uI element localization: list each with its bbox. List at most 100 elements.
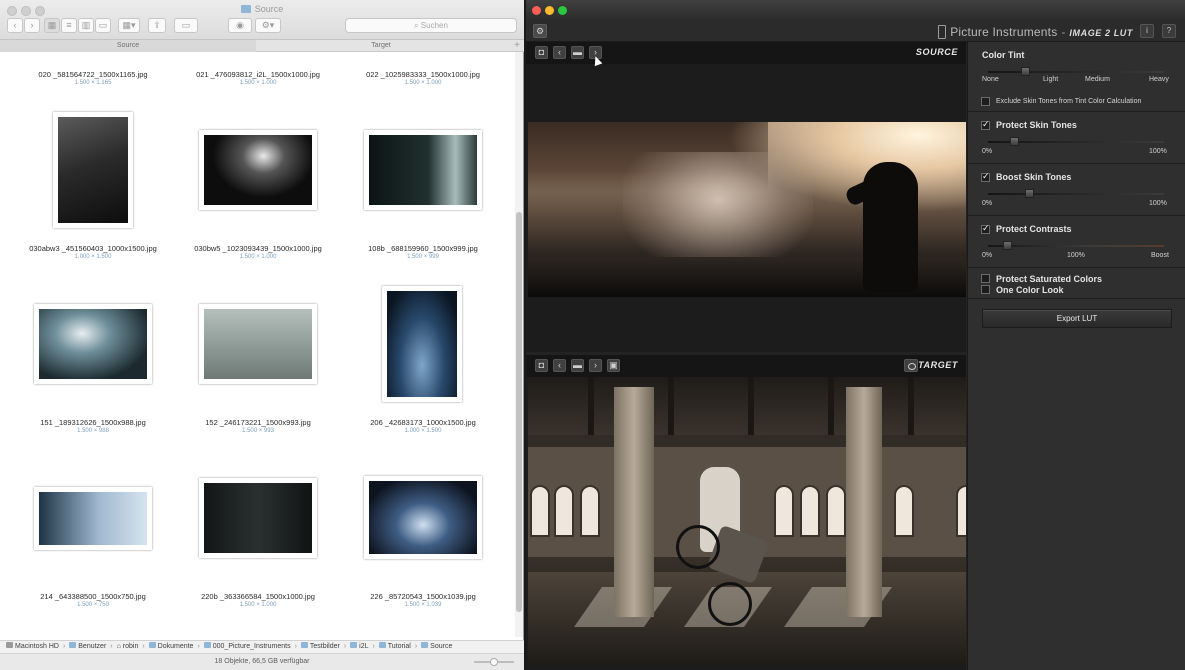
- file-dimensions: 1.000 × 1.500: [74, 254, 112, 260]
- path-item[interactable]: 000_Picture_Instruments: [203, 641, 291, 653]
- close-dot[interactable]: [532, 6, 541, 15]
- target-image[interactable]: [528, 377, 966, 665]
- zoom-dot[interactable]: [558, 6, 567, 15]
- quicklook-eye-icon[interactable]: ◉: [228, 18, 252, 33]
- camera-icon[interactable]: ◘: [535, 359, 548, 372]
- file-dimensions: 1.500 × 1.000: [239, 602, 277, 608]
- boost-skin-section: Boost Skin Tones 0% 100%: [968, 165, 1185, 216]
- boost-skin-slider[interactable]: [988, 189, 1164, 198]
- file-item[interactable]: 030abw3 _451560403_1000x1500.jpg 1.000 ×…: [18, 110, 168, 270]
- scale-label: Light: [1043, 76, 1059, 83]
- protect-skin-checkbox[interactable]: [981, 119, 990, 130]
- file-item[interactable]: 226 _85720543_1500x1039.jpg 1.500 × 1.03…: [348, 459, 498, 619]
- protect-contrasts-label: Protect Contrasts: [996, 224, 1072, 234]
- color-tint-slider[interactable]: [988, 67, 1164, 76]
- file-grid: 020 _581564722_1500x1165.jpg 1.500 × 1.1…: [0, 52, 514, 637]
- path-item[interactable]: Dokumente: [148, 641, 193, 653]
- minimize-dot[interactable]: [545, 6, 554, 15]
- icon-view-button[interactable]: ▦: [44, 18, 60, 33]
- settings-gear-icon[interactable]: ⚙: [533, 24, 547, 38]
- path-item[interactable]: Tutorial: [378, 641, 411, 653]
- back-button[interactable]: ‹: [7, 18, 23, 33]
- path-item[interactable]: Benutzer: [69, 641, 106, 653]
- min-label: 0%: [982, 148, 993, 155]
- file-name: 020 _581564722_1500x1165.jpg: [38, 70, 148, 79]
- path-item[interactable]: Testbilder: [300, 641, 340, 653]
- path-item[interactable]: Source: [421, 641, 452, 653]
- file-item[interactable]: 108b _688159960_1500x999.jpg 1.500 × 999: [348, 110, 498, 270]
- vertical-scrollbar[interactable]: [515, 52, 523, 637]
- list-view-button[interactable]: ≡: [61, 18, 77, 33]
- icon-size-slider[interactable]: [474, 658, 514, 666]
- previous-icon[interactable]: ‹: [553, 359, 566, 372]
- protect-contrasts-slider[interactable]: [988, 241, 1164, 250]
- file-name: 220b _363366584_1500x1000.jpg: [201, 592, 315, 601]
- file-thumbnail: [199, 130, 317, 210]
- tab-source[interactable]: Source: [0, 40, 256, 52]
- share-button[interactable]: ⇪: [148, 18, 166, 33]
- file-thumbnail: [382, 286, 462, 402]
- boost-skin-label: Boost Skin Tones: [996, 172, 1072, 182]
- help-icon[interactable]: ?: [1162, 24, 1176, 38]
- protect-contrasts-checkbox[interactable]: [981, 223, 990, 234]
- compare-eye-icon[interactable]: [904, 359, 918, 372]
- file-item[interactable]: 220b _363366584_1500x1000.jpg 1.500 × 1.…: [183, 459, 333, 619]
- folder-icon[interactable]: ▬: [571, 359, 584, 372]
- brand-logo-icon: [938, 25, 947, 39]
- file-thumbnail: [34, 487, 152, 550]
- forward-button[interactable]: ›: [24, 18, 40, 33]
- one-color-checkbox[interactable]: [981, 285, 990, 294]
- target-label: TARGET: [918, 360, 958, 370]
- path-item[interactable]: Macintosh HD: [6, 641, 59, 653]
- source-label: SOURCE: [915, 47, 958, 57]
- window-title: Source: [0, 4, 524, 14]
- camera-icon[interactable]: ◘: [535, 46, 548, 59]
- gallery-view-button[interactable]: ▭: [95, 18, 111, 33]
- protect-saturated-checkbox[interactable]: [981, 274, 990, 283]
- folder-icon[interactable]: ▬: [571, 46, 584, 59]
- source-image[interactable]: [528, 122, 966, 297]
- settings-panel: Color Tint None Light Medium Heavy Exclu…: [967, 42, 1185, 670]
- file-item[interactable]: 214 _643388500_1500x750.jpg 1.500 × 750: [18, 459, 168, 619]
- export-lut-button[interactable]: Export LUT: [982, 309, 1172, 328]
- search-input[interactable]: ⌕ Suchen: [345, 18, 517, 33]
- tab-target[interactable]: Target: [256, 40, 506, 52]
- extra-options-section: Protect Saturated Colors One Color Look: [968, 269, 1185, 299]
- folder-icon: [378, 642, 386, 648]
- target-toolbar: ◘ ‹ ▬ › ▣ TARGET: [526, 355, 966, 377]
- file-item[interactable]: 151 _189312626_1500x988.jpg 1.500 × 988: [18, 284, 168, 444]
- info-icon[interactable]: i: [1140, 24, 1154, 38]
- column-view-button[interactable]: ▥: [78, 18, 94, 33]
- scroll-thumb[interactable]: [516, 212, 522, 612]
- next-icon[interactable]: ›: [589, 359, 602, 372]
- file-item[interactable]: 152 _246173221_1500x993.jpg 1.500 × 993: [183, 284, 333, 444]
- add-tab-button[interactable]: +: [514, 40, 520, 51]
- file-dimensions: 1.500 × 999: [407, 254, 439, 260]
- file-name: 226 _85720543_1500x1039.jpg: [370, 592, 476, 601]
- tag-button[interactable]: ▭: [174, 18, 198, 33]
- slider-knob[interactable]: [1021, 67, 1031, 76]
- folder-icon: [300, 642, 308, 648]
- min-label: 0%: [982, 200, 993, 207]
- file-item[interactable]: 030bw5 _1023093439_1500x1000.jpg 1.500 ×…: [183, 110, 333, 270]
- slider-knob[interactable]: [1009, 137, 1019, 146]
- save-icon[interactable]: ▣: [607, 359, 620, 372]
- color-tint-section: Color Tint None Light Medium Heavy Exclu…: [968, 42, 1185, 112]
- drive-icon: [6, 642, 13, 648]
- boost-skin-checkbox[interactable]: [981, 171, 990, 182]
- path-bar: Macintosh HD › Benutzer › ⌂ robin › Dokumen…: [0, 640, 524, 653]
- protect-skin-slider[interactable]: [988, 137, 1164, 146]
- path-item[interactable]: i2L: [350, 641, 368, 653]
- previous-icon[interactable]: ‹: [553, 46, 566, 59]
- file-item[interactable]: 206 _42683173_1000x1500.jpg 1.000 × 1.50…: [348, 284, 498, 444]
- file-dimensions: 1.500 × 1.039: [404, 602, 442, 608]
- exclude-skin-checkbox[interactable]: [981, 97, 990, 106]
- group-button[interactable]: ▦▾: [118, 18, 140, 33]
- gear-icon[interactable]: ⚙▾: [255, 18, 281, 33]
- slider-knob[interactable]: [490, 658, 498, 666]
- slider-knob[interactable]: [1024, 189, 1034, 198]
- file-thumbnail: [199, 304, 317, 384]
- slider-knob[interactable]: [1003, 241, 1013, 250]
- app-titlebar: [526, 0, 1185, 20]
- path-item[interactable]: ⌂ robin: [117, 641, 139, 653]
